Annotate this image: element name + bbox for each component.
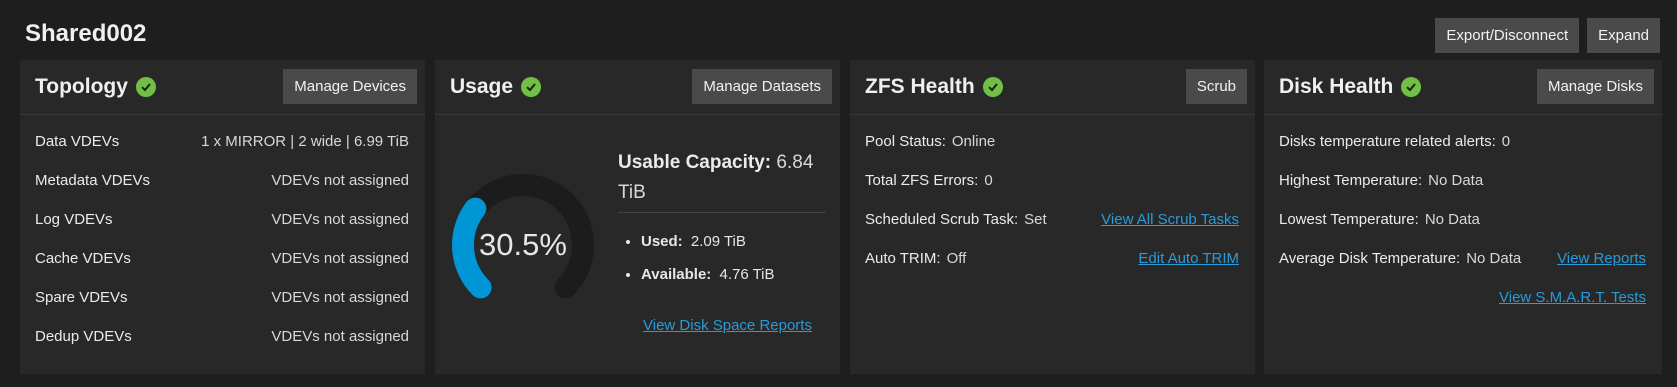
check-circle-icon	[135, 77, 156, 97]
pool-title: Shared002	[25, 20, 147, 47]
disk-header: Disk Health Manage Disks	[1264, 60, 1662, 115]
pool-status-row: Pool Status: Online	[865, 133, 1239, 150]
usage-title-text: Usage	[450, 75, 514, 98]
view-disk-space-reports-link[interactable]: View Disk Space Reports	[643, 317, 812, 334]
manage-disks-button[interactable]: Manage Disks	[1536, 69, 1654, 104]
zfs-health-card: ZFS Health Scrub Pool Status: Online Tot…	[850, 60, 1255, 374]
row-label: Scheduled Scrub Task:	[865, 211, 1019, 228]
row-label: Spare VDEVs	[35, 289, 128, 306]
row-label: Pool Status:	[865, 133, 946, 150]
row-value: Online	[951, 133, 996, 150]
capacity-label: Usable Capacity:	[618, 152, 772, 173]
highest-temp-row: Highest Temperature: No Data	[1279, 172, 1646, 189]
row-label: Disks temperature related alerts:	[1279, 133, 1496, 150]
topology-row-dedup: Dedup VDEVs VDEVs not assigned	[35, 328, 409, 345]
gauge-percent: 30.5%	[479, 227, 567, 262]
row-value: VDEVs not assigned	[271, 250, 409, 267]
auto-trim-row: Auto TRIM: Off Edit Auto TRIM	[865, 250, 1239, 267]
available-item: Available: 4.76 TiB	[641, 258, 775, 291]
used-label: Used:	[641, 233, 683, 250]
view-smart-tests-link[interactable]: View S.M.A.R.T. Tests	[1499, 289, 1646, 306]
check-circle-icon	[982, 77, 1003, 97]
topology-card: Topology Manage Devices Data VDEVs 1 x M…	[20, 60, 425, 374]
zfs-title-text: ZFS Health	[865, 75, 975, 98]
manage-devices-button[interactable]: Manage Devices	[283, 69, 417, 104]
available-value: 4.76 TiB	[719, 266, 775, 283]
temp-alerts-row: Disks temperature related alerts: 0	[1279, 133, 1646, 150]
row-value: 0	[1501, 133, 1511, 150]
usage-stats: Used: 2.09 TiB Available: 4.76 TiB	[641, 225, 775, 291]
pool-actions: Export/Disconnect Expand	[1435, 18, 1660, 53]
topology-title: Topology	[35, 75, 156, 99]
row-value: VDEVs not assigned	[271, 172, 409, 189]
row-value: No Data	[1428, 172, 1484, 189]
avg-temp-row: Average Disk Temperature: No Data View R…	[1279, 250, 1646, 267]
topology-row-spare: Spare VDEVs VDEVs not assigned	[35, 289, 409, 306]
lowest-temp-row: Lowest Temperature: No Data	[1279, 211, 1646, 228]
row-value: 0	[984, 172, 993, 189]
row-label: Total ZFS Errors:	[865, 172, 979, 189]
manage-datasets-button[interactable]: Manage Datasets	[692, 69, 832, 104]
usage-header: Usage Manage Datasets	[435, 60, 840, 115]
topology-row-log: Log VDEVs VDEVs not assigned	[35, 211, 409, 228]
expand-button[interactable]: Expand	[1587, 18, 1660, 53]
zfs-header: ZFS Health Scrub	[850, 60, 1255, 115]
available-label: Available:	[641, 266, 712, 283]
row-value: 1 x MIRROR | 2 wide | 6.99 TiB	[201, 133, 409, 150]
topology-row-data: Data VDEVs 1 x MIRROR | 2 wide | 6.99 Ti…	[35, 133, 409, 150]
disk-health-card: Disk Health Manage Disks Disks temperatu…	[1264, 60, 1662, 374]
scrub-button[interactable]: Scrub	[1185, 69, 1247, 104]
row-value: VDEVs not assigned	[271, 328, 409, 345]
row-label: Lowest Temperature:	[1279, 211, 1419, 228]
row-value: Off	[946, 250, 967, 267]
row-value: No Data	[1424, 211, 1480, 228]
usable-capacity: Usable Capacity: 6.84 TiB	[618, 148, 823, 208]
scrub-task-row: Scheduled Scrub Task: Set View All Scrub…	[865, 211, 1239, 228]
disk-title-text: Disk Health	[1279, 75, 1394, 98]
row-value: VDEVs not assigned	[271, 211, 409, 228]
view-all-scrub-tasks-link[interactable]: View All Scrub Tasks	[1101, 211, 1239, 228]
check-circle-icon	[1401, 77, 1422, 97]
topology-row-cache: Cache VDEVs VDEVs not assigned	[35, 250, 409, 267]
divider	[618, 212, 826, 213]
row-label: Auto TRIM:	[865, 250, 941, 267]
row-label: Data VDEVs	[35, 133, 120, 150]
usage-title: Usage	[450, 75, 542, 99]
zfs-errors-row: Total ZFS Errors: 0	[865, 172, 1239, 189]
row-label: Highest Temperature:	[1279, 172, 1423, 189]
edit-auto-trim-link[interactable]: Edit Auto TRIM	[1138, 250, 1239, 267]
view-reports-link[interactable]: View Reports	[1557, 250, 1646, 267]
row-label: Cache VDEVs	[35, 250, 131, 267]
export-disconnect-button[interactable]: Export/Disconnect	[1435, 18, 1580, 53]
disk-title: Disk Health	[1279, 75, 1422, 99]
row-value: No Data	[1466, 250, 1522, 267]
usage-gauge: 30.5%	[452, 174, 594, 299]
gauge-fill	[452, 197, 492, 299]
row-label: Dedup VDEVs	[35, 328, 132, 345]
used-value: 2.09 TiB	[690, 233, 746, 250]
row-label: Log VDEVs	[35, 211, 113, 228]
row-label: Average Disk Temperature:	[1279, 250, 1461, 267]
row-label: Metadata VDEVs	[35, 172, 151, 189]
zfs-title: ZFS Health	[865, 75, 1003, 99]
check-circle-icon	[521, 77, 542, 97]
topology-header: Topology Manage Devices	[20, 60, 425, 115]
topology-row-metadata: Metadata VDEVs VDEVs not assigned	[35, 172, 409, 189]
row-value: Set	[1024, 211, 1047, 228]
row-value: VDEVs not assigned	[271, 289, 409, 306]
smart-tests-row: View S.M.A.R.T. Tests	[1279, 289, 1646, 306]
usage-card: Usage Manage Datasets 30.5% Usable Capac…	[435, 60, 840, 374]
topology-title-text: Topology	[35, 75, 128, 98]
used-item: Used: 2.09 TiB	[641, 225, 775, 258]
